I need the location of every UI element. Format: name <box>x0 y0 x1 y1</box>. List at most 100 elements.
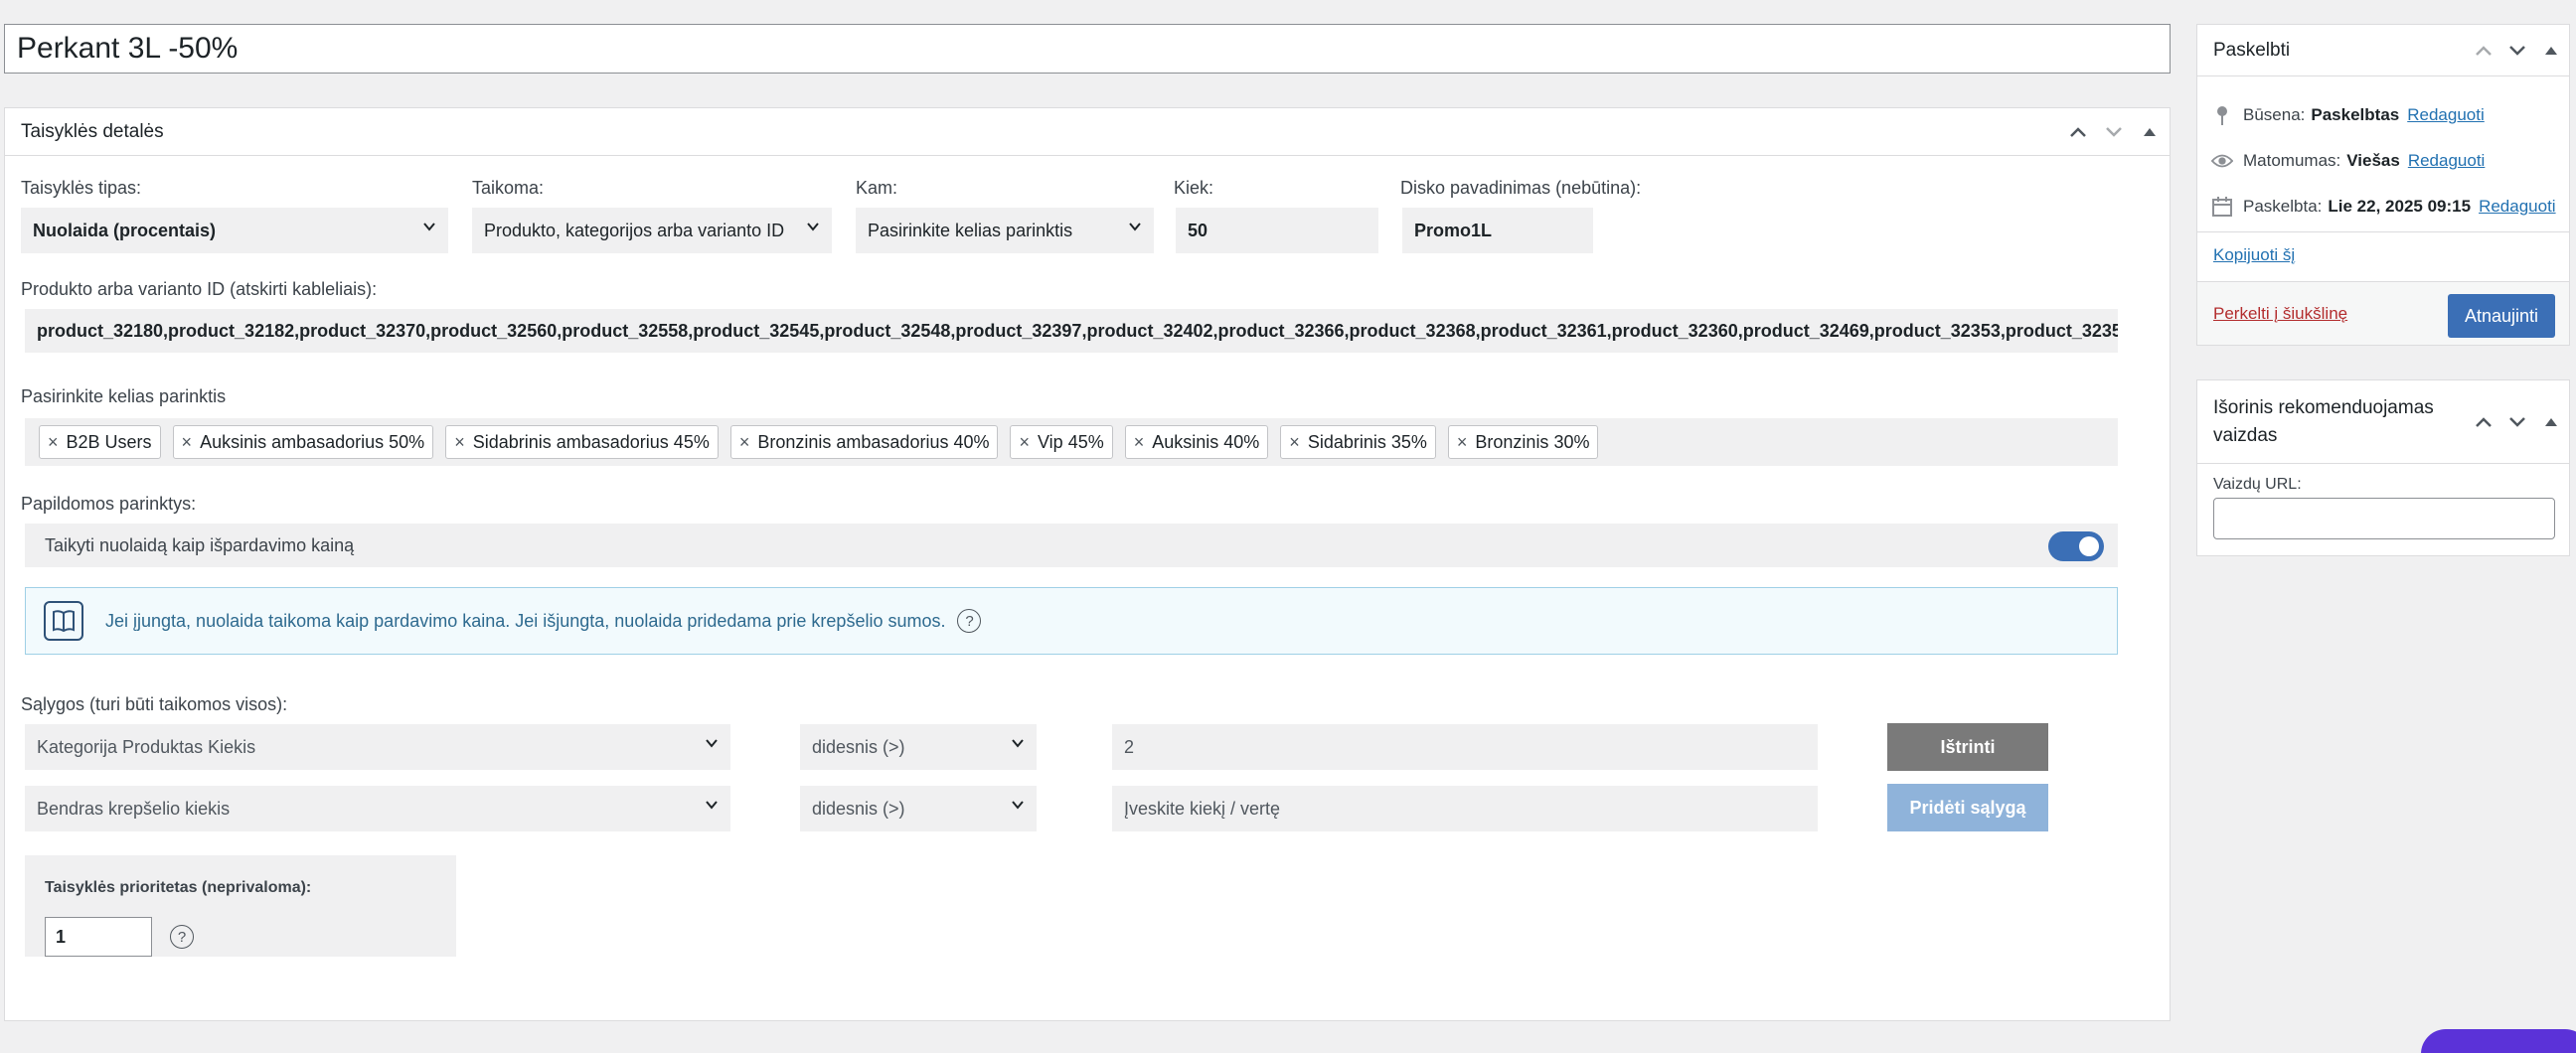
ids-input[interactable]: product_32180,product_32182,product_3237… <box>25 309 2118 353</box>
disc-name-input[interactable]: Promo1L <box>1402 208 1593 253</box>
edit-visibility-link[interactable]: Redaguoti <box>2408 151 2486 171</box>
add-condition-button[interactable]: Pridėti sąlygą <box>1887 784 2048 831</box>
published-row: Paskelbta: Lie 22, 2025 09:15 Redaguoti <box>2211 196 2556 218</box>
tag-auksinis-ambasadorius[interactable]: × Auksinis ambasadorius 50% <box>172 425 434 459</box>
tag-label: Auksinis 40% <box>1152 431 1260 452</box>
select-multiple-label: Pasirinkite kelias parinktis <box>21 386 227 406</box>
chevron-down-icon <box>706 739 718 748</box>
floating-chat-button[interactable] <box>2421 1029 2576 1053</box>
featured-header: Išorinis rekomenduojamas vaizdas <box>2197 380 2569 464</box>
published-value: Lie 22, 2025 09:15 <box>2328 197 2472 216</box>
title-input[interactable]: Perkant 3L -50% <box>4 24 2171 74</box>
image-url-input[interactable] <box>2213 498 2555 539</box>
edit-status-link[interactable]: Redaguoti <box>2407 105 2485 125</box>
applies-label: Taikoma: <box>472 178 545 198</box>
remove-icon[interactable]: × <box>1134 432 1145 453</box>
move-up-icon[interactable] <box>2066 120 2090 144</box>
rule-type-select[interactable]: Nuolaida (procentais) <box>21 208 448 253</box>
collapse-icon[interactable] <box>2539 39 2563 63</box>
remove-icon[interactable]: × <box>48 432 59 453</box>
tag-sidabrinis-ambasadorius[interactable]: × Sidabrinis ambasadorius 45% <box>445 425 719 459</box>
tag-bronzinis-ambasadorius[interactable]: × Bronzinis ambasadorius 40% <box>729 425 999 459</box>
chevron-down-icon <box>1012 801 1024 810</box>
status-value: Paskelbtas <box>2311 105 2400 124</box>
condition-field-value: Kategorija Produktas Kiekis <box>37 736 256 757</box>
collapse-icon[interactable] <box>2539 410 2563 434</box>
sale-price-toggle[interactable] <box>2048 531 2104 561</box>
book-icon <box>44 601 83 641</box>
info-text: Jei įjungta, nuolaida taikoma kaip parda… <box>105 610 946 631</box>
featured-title: Išorinis rekomenduojamas vaizdas <box>2213 396 2434 446</box>
ids-label: Produkto arba varianto ID (atskirti kabl… <box>21 279 378 299</box>
priority-input[interactable]: 1 <box>45 917 152 957</box>
remove-icon[interactable]: × <box>182 432 193 453</box>
move-up-icon[interactable] <box>2472 39 2496 63</box>
toggle-label: Taikyti nuolaidą kaip išpardavimo kainą <box>45 534 355 555</box>
trash-link[interactable]: Perkelti į šiukšlinę <box>2213 304 2347 324</box>
to-whom-select[interactable]: Pasirinkite kelias parinktis <box>856 208 1154 253</box>
copy-link[interactable]: Kopijuoti šį <box>2213 245 2295 265</box>
move-down-icon[interactable] <box>2102 120 2126 144</box>
rule-details-title: Taisyklės detalės <box>21 120 164 142</box>
eye-icon <box>2211 150 2233 172</box>
to-whom-value: Pasirinkite kelias parinktis <box>868 220 1073 240</box>
condition-operator-select[interactable]: didesnis (>) <box>800 786 1037 831</box>
tag-bronzinis[interactable]: × Bronzinis 30% <box>1447 425 1599 459</box>
condition-value-placeholder: Įveskite kiekį / vertę <box>1124 798 1281 819</box>
collapse-icon[interactable] <box>2138 120 2162 144</box>
extra-options-label: Papildomos parinktys: <box>21 494 197 514</box>
roles-multiselect[interactable]: × B2B Users × Auksinis ambasadorius 50% × S… <box>25 418 2118 466</box>
image-url-label: Vaizdų URL: <box>2213 476 2302 493</box>
featured-image-box: Išorinis rekomenduojamas vaizdas Vaizdų … <box>2196 379 2570 556</box>
update-button[interactable]: Atnaujinti <box>2448 294 2555 338</box>
tag-b2b-users[interactable]: × B2B Users <box>39 425 161 459</box>
remove-icon[interactable]: × <box>454 432 465 453</box>
visibility-value: Viešas <box>2346 151 2400 170</box>
help-icon[interactable]: ? <box>170 925 194 949</box>
tag-auksinis[interactable]: × Auksinis 40% <box>1124 425 1269 459</box>
move-down-icon[interactable] <box>2505 410 2529 434</box>
publish-title: Paskelbti <box>2213 39 2291 61</box>
rule-details-header: Taisyklės detalės <box>5 108 2170 156</box>
tag-vip[interactable]: × Vip 45% <box>1010 425 1113 459</box>
rule-type-value: Nuolaida (procentais) <box>33 220 217 240</box>
applies-select[interactable]: Produkto, kategorijos arba varianto ID <box>472 208 832 253</box>
edit-date-link[interactable]: Redaguoti <box>2479 197 2556 217</box>
tag-sidabrinis[interactable]: × Sidabrinis 35% <box>1280 425 1436 459</box>
toggle-knob <box>2079 536 2099 556</box>
chevron-down-icon <box>423 223 435 231</box>
chevron-down-icon <box>706 801 718 810</box>
remove-icon[interactable]: × <box>739 432 750 453</box>
condition-field-select[interactable]: Kategorija Produktas Kiekis <box>25 724 730 770</box>
priority-label: Taisyklės prioritetas (neprivaloma): <box>45 879 312 896</box>
disc-label: Disko pavadinimas (nebūtina): <box>1400 178 1642 198</box>
rule-details-box: Taisyklės detalės Taisyklės tipas: Taiko… <box>4 107 2171 1021</box>
remove-icon[interactable]: × <box>1289 432 1300 453</box>
remove-icon[interactable]: × <box>1019 432 1030 453</box>
amount-input[interactable]: 50 <box>1176 208 1378 253</box>
move-up-icon[interactable] <box>2472 410 2496 434</box>
status-label: Būsena: <box>2243 105 2306 124</box>
to-whom-label: Kam: <box>856 178 898 198</box>
info-notice: Jei įjungta, nuolaida taikoma kaip parda… <box>25 587 2118 655</box>
delete-condition-button[interactable]: Ištrinti <box>1887 723 2048 771</box>
pin-icon <box>2211 104 2233 126</box>
move-down-icon[interactable] <box>2505 39 2529 63</box>
condition-value-input[interactable]: Įveskite kiekį / vertę <box>1112 786 1818 831</box>
tag-label: Sidabrinis ambasadorius 45% <box>472 431 710 452</box>
condition-field-select[interactable]: Bendras krepšelio kiekis <box>25 786 730 831</box>
remove-icon[interactable]: × <box>1457 432 1468 453</box>
condition-op-value: didesnis (>) <box>812 798 905 819</box>
divider <box>2197 231 2569 232</box>
visibility-row: Matomumas: Viešas Redaguoti <box>2211 150 2485 172</box>
chevron-down-icon <box>1012 739 1024 748</box>
tag-label: Auksinis ambasadorius 50% <box>200 431 425 452</box>
tag-label: B2B Users <box>66 431 152 452</box>
tag-label: Bronzinis 30% <box>1475 431 1590 452</box>
condition-value-input[interactable]: 2 <box>1112 724 1818 770</box>
condition-operator-select[interactable]: didesnis (>) <box>800 724 1037 770</box>
applies-value: Produkto, kategorijos arba varianto ID <box>484 220 785 240</box>
amount-label: Kiek: <box>1174 178 1214 198</box>
help-icon[interactable]: ? <box>957 609 982 633</box>
publish-actions: Perkelti į šiukšlinę Atnaujinti <box>2197 281 2569 345</box>
